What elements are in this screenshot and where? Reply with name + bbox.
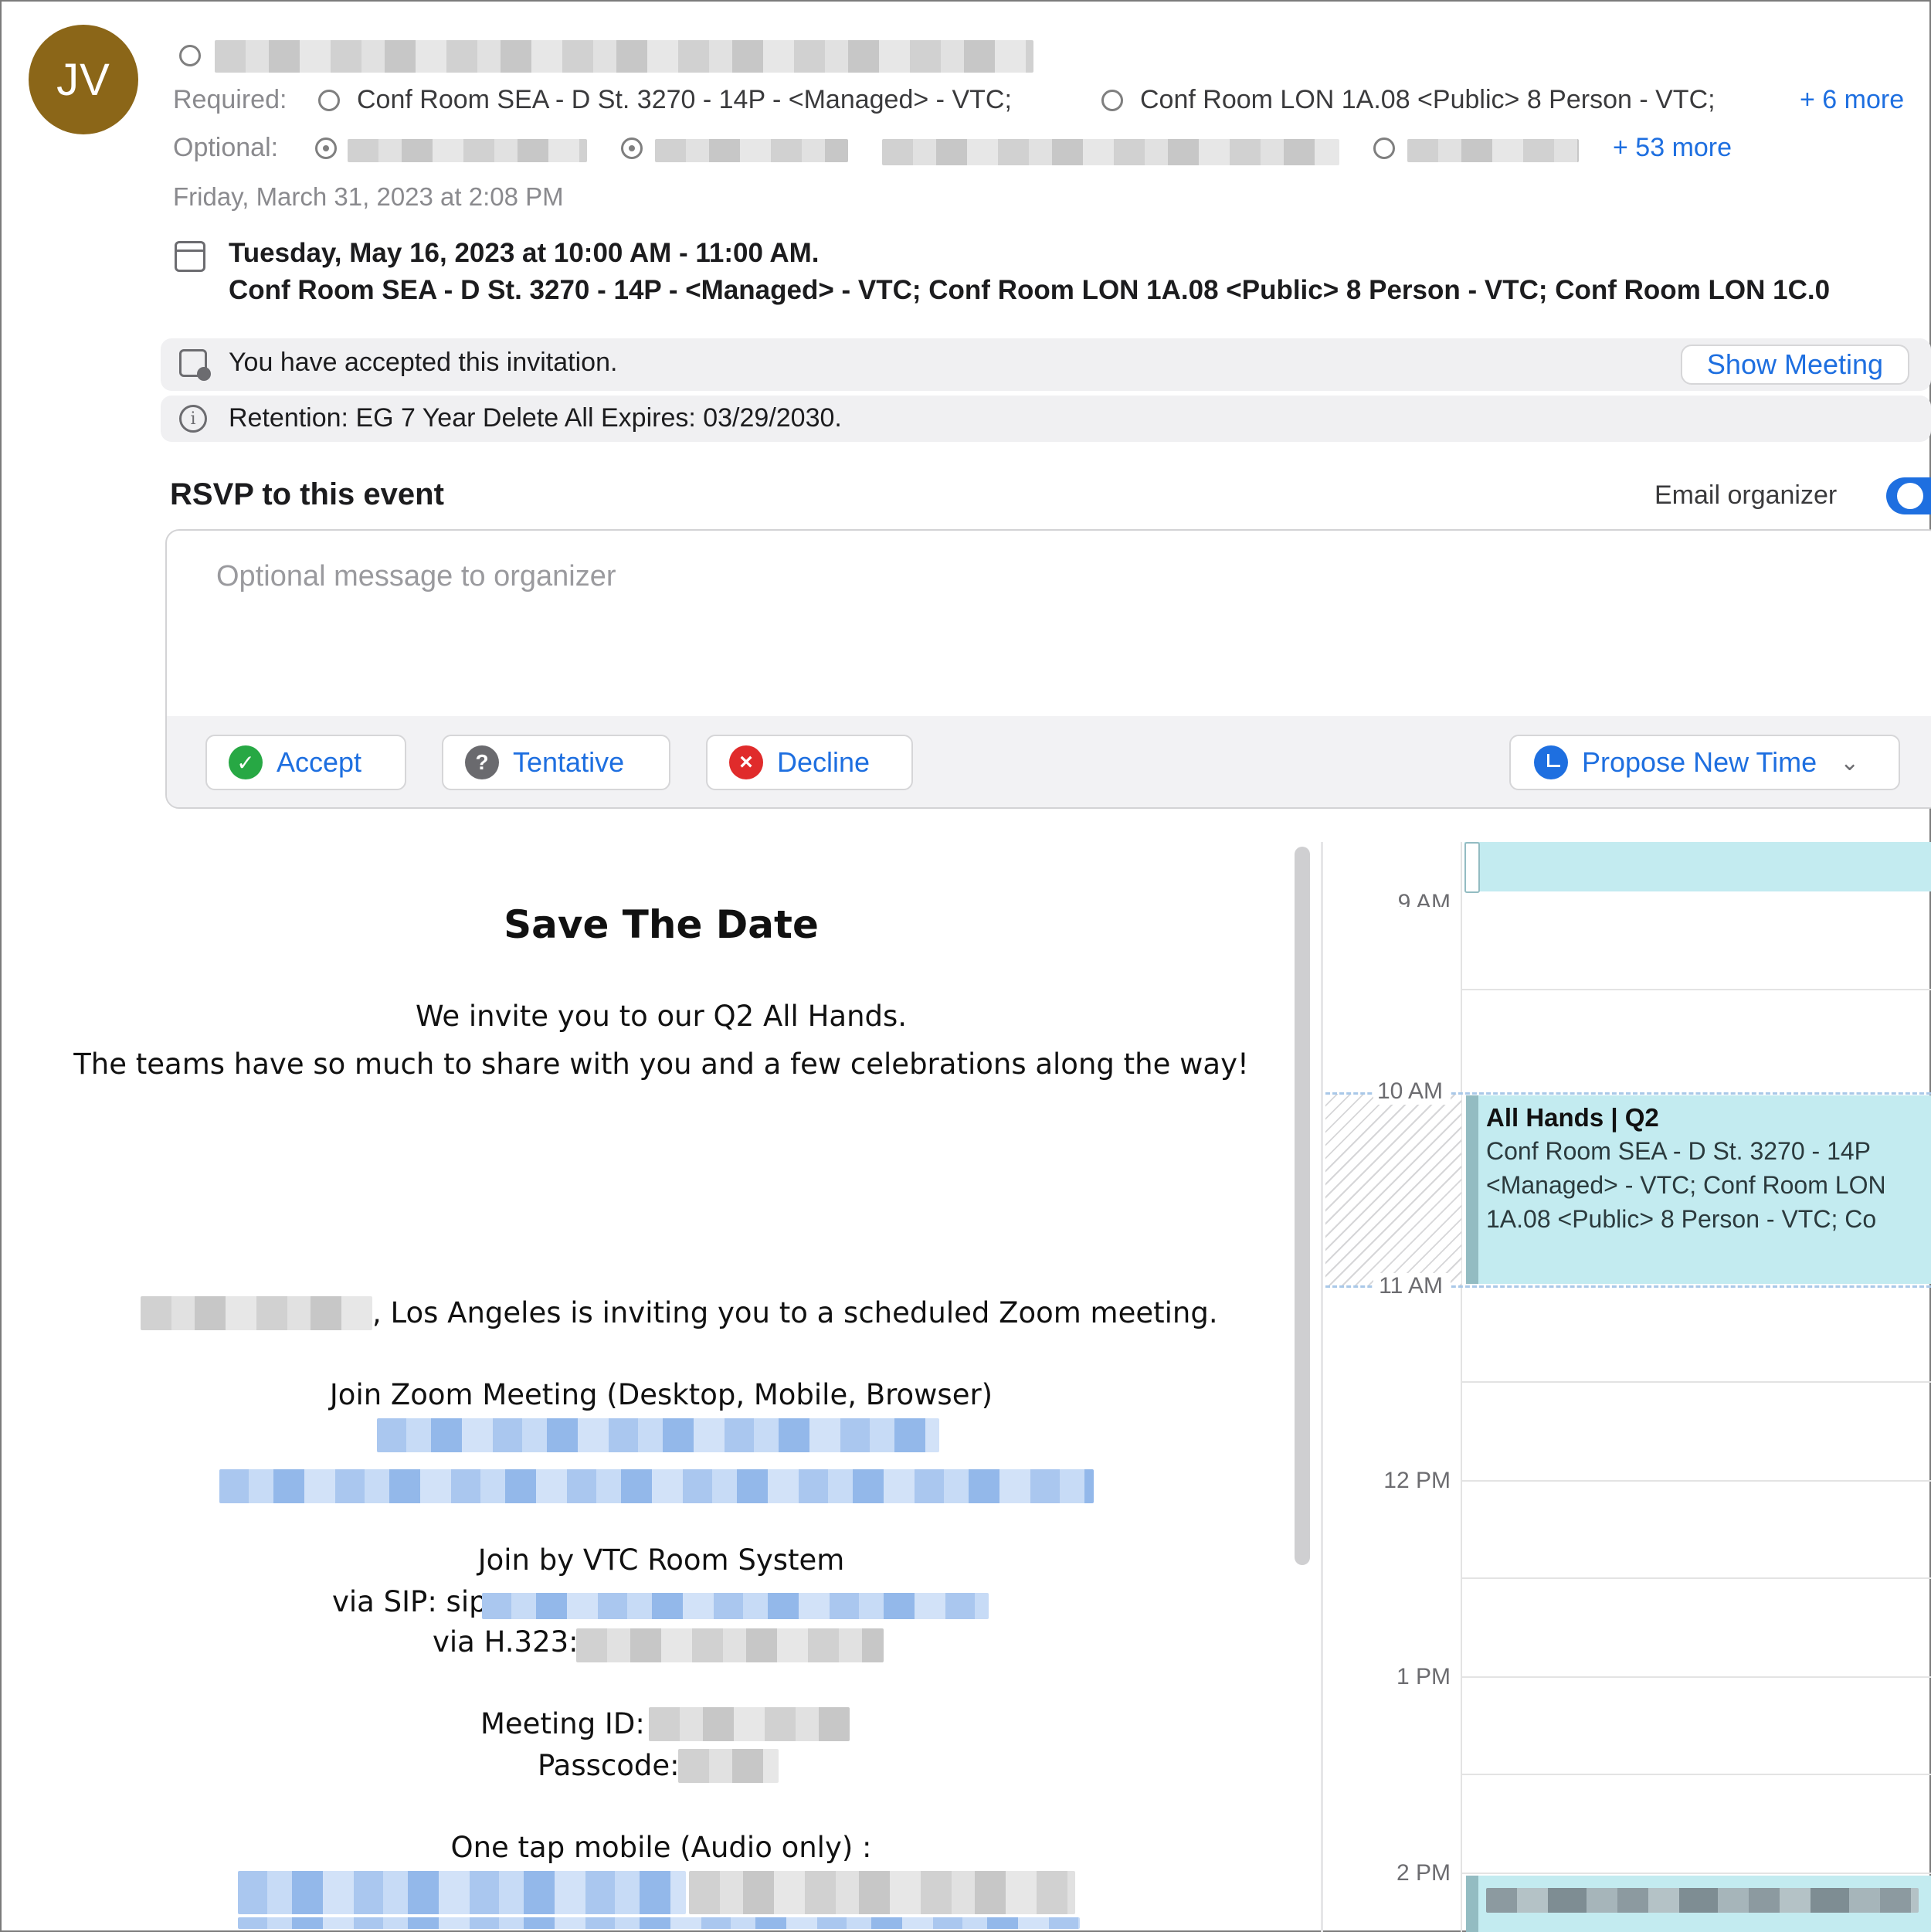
optional-more-link[interactable]: + 53 more bbox=[1613, 133, 1732, 163]
required-room-1[interactable]: Conf Room SEA - D St. 3270 - 14P - <Mana… bbox=[357, 85, 1012, 115]
zoom-link-redacted[interactable] bbox=[219, 1469, 1094, 1503]
via-sip-label: via SIP: sip bbox=[332, 1585, 487, 1618]
show-meeting-label: Show Meeting bbox=[1706, 348, 1884, 380]
join-zoom-label: Join Zoom Meeting (Desktop, Mobile, Brow… bbox=[329, 1378, 993, 1411]
email-organizer-toggle[interactable] bbox=[1886, 477, 1931, 514]
rsvp-actions: ✓ Accept ? Tentative × Decline Propose N… bbox=[167, 716, 1931, 807]
body-heading: Save The Date bbox=[504, 902, 819, 947]
chevron-down-icon[interactable]: ⌄ bbox=[1840, 749, 1859, 776]
phone-number-redacted bbox=[689, 1871, 1075, 1914]
organizer-name-redacted bbox=[141, 1296, 372, 1330]
hour-label-11am: 11 AM bbox=[1373, 1273, 1451, 1299]
next-event-block[interactable] bbox=[1466, 1876, 1931, 1932]
question-icon: ? bbox=[465, 745, 499, 779]
avatar-initials: JV bbox=[56, 54, 110, 105]
propose-new-time-label: Propose New Time bbox=[1582, 746, 1817, 778]
one-tap-label: One tap mobile (Audio only) : bbox=[450, 1831, 872, 1864]
passcode-redacted bbox=[678, 1749, 779, 1783]
rsvp-panel: Optional message to organizer ✓ Accept ?… bbox=[165, 529, 1931, 809]
via-h323-label: via H.323: bbox=[433, 1625, 579, 1659]
zoom-link-redacted[interactable] bbox=[377, 1418, 939, 1452]
info-icon: i bbox=[179, 405, 207, 433]
hour-line bbox=[1462, 1480, 1931, 1482]
accept-label: Accept bbox=[277, 746, 362, 778]
meeting-id-redacted bbox=[649, 1707, 850, 1741]
join-vtc-label: Join by VTC Room System bbox=[477, 1543, 845, 1577]
half-hour-line bbox=[1462, 1774, 1931, 1775]
body-line-1: We invite you to our Q2 All Hands. bbox=[415, 1000, 908, 1033]
event-title-redacted bbox=[1486, 1888, 1919, 1913]
meeting-slot-hatch bbox=[1325, 1094, 1461, 1285]
decline-x-icon: × bbox=[729, 745, 763, 779]
phone-number-redacted[interactable] bbox=[238, 1871, 686, 1914]
event-title: All Hands | Q2 bbox=[1486, 1103, 1659, 1132]
all-hands-event-block[interactable]: All Hands | Q2 Conf Room SEA - D St. 327… bbox=[1466, 1095, 1931, 1284]
calendar-icon bbox=[175, 241, 205, 272]
check-icon: ✓ bbox=[229, 745, 263, 779]
required-label: Required: bbox=[173, 85, 287, 114]
clock-icon bbox=[1534, 745, 1568, 779]
hour-label-9am: 9 AM bbox=[1397, 890, 1451, 907]
attendee-status-icon bbox=[315, 138, 337, 159]
event-date: Tuesday, May 16, 2023 at 10:00 AM - 11:0… bbox=[229, 238, 820, 268]
decline-label: Decline bbox=[777, 746, 870, 778]
event-location: Conf Room SEA - D St. 3270 - 14P - <Mana… bbox=[229, 275, 1831, 305]
calendar-check-icon bbox=[179, 349, 211, 381]
hour-line bbox=[1462, 1873, 1931, 1874]
passcode-label: Passcode: bbox=[538, 1749, 680, 1782]
attendee-status-icon bbox=[1373, 138, 1395, 159]
hour-line bbox=[1462, 1676, 1931, 1678]
email-organizer-label: Email organizer bbox=[1654, 480, 1838, 510]
required-more-link[interactable]: + 6 more bbox=[1800, 85, 1904, 115]
hour-label-2pm: 2 PM bbox=[1396, 1860, 1451, 1886]
event-detail-line: Conf Room SEA - D St. 3270 - 14P bbox=[1486, 1137, 1872, 1165]
body-line-2: The teams have so much to share with you… bbox=[73, 1047, 1249, 1081]
optional-label: Optional: bbox=[173, 133, 279, 162]
optional-attendee-redacted[interactable] bbox=[882, 139, 1339, 165]
avatar[interactable]: JV bbox=[29, 25, 138, 134]
hour-label-10am: 10 AM bbox=[1373, 1078, 1451, 1105]
pane-divider bbox=[1321, 842, 1323, 1932]
phone-number-redacted[interactable] bbox=[238, 1917, 1080, 1929]
hour-label-12pm: 12 PM bbox=[1383, 1468, 1451, 1493]
tentative-button[interactable]: ? Tentative bbox=[442, 735, 670, 790]
calendar-axis-line bbox=[1461, 842, 1462, 1932]
event-detail-line: <Managed> - VTC; Conf Room LON bbox=[1486, 1171, 1886, 1199]
retention-text: Retention: EG 7 Year Delete All Expires:… bbox=[229, 403, 842, 433]
meeting-id-label: Meeting ID: bbox=[480, 1707, 645, 1740]
tentative-label: Tentative bbox=[513, 746, 625, 778]
sip-link-redacted[interactable] bbox=[482, 1593, 989, 1619]
show-meeting-button[interactable]: Show Meeting bbox=[1681, 345, 1909, 385]
rsvp-title: RSVP to this event bbox=[170, 477, 444, 511]
event-detail-line: 1A.08 <Public> 8 Person - VTC; Co bbox=[1486, 1205, 1877, 1233]
h323-address-redacted bbox=[576, 1628, 884, 1662]
propose-new-time-button[interactable]: Propose New Time ⌄ bbox=[1509, 735, 1900, 790]
required-room-2[interactable]: Conf Room LON 1A.08 <Public> 8 Person - … bbox=[1140, 85, 1716, 115]
hour-label-1pm: 1 PM bbox=[1396, 1664, 1451, 1689]
half-hour-line bbox=[1462, 989, 1931, 990]
prior-event-block[interactable] bbox=[1464, 842, 1931, 893]
attendee-status-icon bbox=[318, 90, 340, 111]
accept-button[interactable]: ✓ Accept bbox=[205, 735, 406, 790]
decline-button[interactable]: × Decline bbox=[706, 735, 913, 790]
organizer-status-icon bbox=[179, 45, 201, 66]
optional-attendee-redacted[interactable] bbox=[655, 139, 848, 162]
body-scrollbar[interactable] bbox=[1295, 847, 1310, 1565]
half-hour-line bbox=[1462, 1577, 1931, 1579]
organizer-name-redacted bbox=[215, 40, 1033, 73]
accepted-text: You have accepted this invitation. bbox=[229, 348, 618, 377]
rsvp-message-input[interactable]: Optional message to organizer bbox=[216, 560, 616, 593]
inviting-text: , Los Angeles is inviting you to a sched… bbox=[372, 1296, 1218, 1329]
attendee-status-icon bbox=[621, 138, 643, 159]
optional-attendee-redacted[interactable] bbox=[348, 139, 587, 162]
sent-time: Friday, March 31, 2023 at 2:08 PM bbox=[173, 182, 564, 211]
half-hour-line bbox=[1462, 1381, 1931, 1383]
attendee-status-icon bbox=[1101, 90, 1123, 111]
optional-attendee-redacted[interactable] bbox=[1407, 139, 1579, 162]
